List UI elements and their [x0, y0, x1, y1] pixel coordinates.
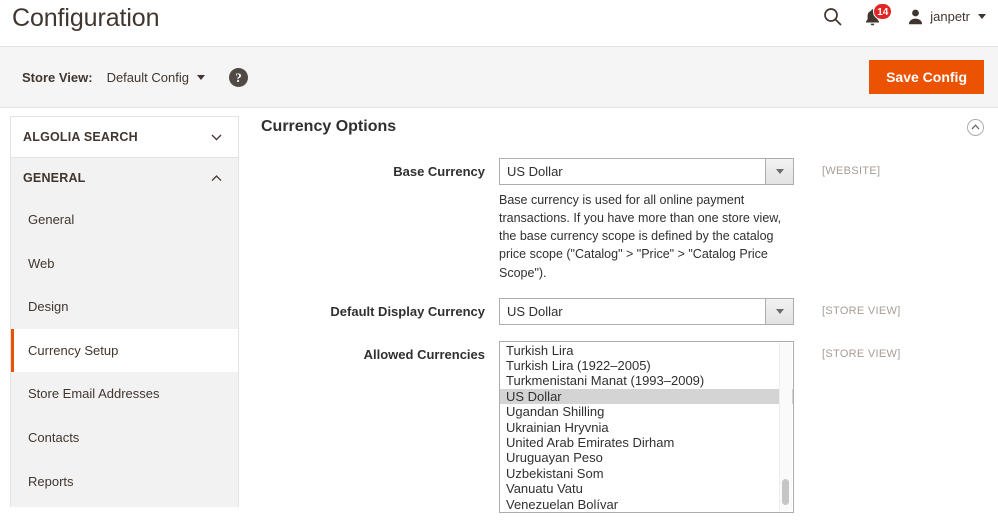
scope-label: [STORE VIEW] [822, 347, 901, 360]
config-main-content: Currency Options Base Currency US Dollar… [239, 108, 998, 521]
sidebar-section-general[interactable]: GENERAL [10, 157, 239, 198]
base-currency-help-text: Base currency is used for all online pay… [499, 193, 782, 280]
field-control: US Dollar [499, 297, 794, 325]
sidebar-item-label: Currency Setup [28, 342, 119, 358]
default-display-currency-value: US Dollar [507, 303, 563, 319]
currency-option[interactable]: Turkmenistani Manat (1993–2009) [500, 373, 793, 388]
scrollbar-track[interactable] [779, 342, 792, 511]
field-default-display-currency: Default Display Currency US Dollar [STOR… [261, 297, 984, 325]
field-label: Allowed Currencies [363, 346, 485, 362]
sidebar-section-label: GENERAL [23, 171, 86, 185]
currency-option[interactable]: Ukrainian Hryvnia [500, 420, 793, 435]
default-display-currency-select[interactable]: US Dollar [499, 297, 794, 325]
sidebar-item-label: Contacts [28, 429, 80, 445]
sidebar-item-label: Store Email Addresses [28, 386, 160, 402]
sidebar-item-currency-setup[interactable]: Currency Setup [11, 328, 238, 373]
page-body: ALGOLIA SEARCH GENERAL General Web Desig… [0, 108, 998, 521]
field-base-currency: Base Currency US Dollar Base currency is… [261, 158, 984, 282]
currency-option[interactable]: Uzbekistani Som [500, 466, 793, 481]
save-config-button[interactable]: Save Config [869, 60, 984, 94]
currency-option[interactable]: Venezuelan Bolívar [500, 497, 793, 512]
dropdown-arrow-icon[interactable] [765, 159, 793, 184]
sidebar-item-label: Web [28, 255, 55, 271]
user-avatar-icon [909, 9, 923, 24]
store-view-value: Default Config [106, 69, 189, 85]
section-title: Currency Options [261, 118, 397, 135]
admin-header: Configuration 14 janpetr [0, 0, 998, 46]
field-label: Base Currency [393, 164, 485, 179]
currency-option[interactable]: US Dollar [500, 388, 793, 405]
currency-option[interactable]: Turkish Lira [500, 343, 793, 358]
base-currency-value: US Dollar [507, 164, 563, 179]
chevron-down-icon [211, 134, 222, 141]
currency-options-header[interactable]: Currency Options [261, 118, 984, 142]
sidebar-item-contacts[interactable]: Contacts [11, 416, 238, 460]
sidebar-section-general-items: General Web Design Currency Setup Store … [10, 198, 239, 508]
sidebar-item-reports[interactable]: Reports [11, 460, 238, 504]
sidebar-item-label: General [28, 212, 75, 227]
field-label: Default Display Currency [330, 303, 485, 319]
store-view-switcher[interactable]: Default Config [107, 70, 205, 85]
base-currency-select[interactable]: US Dollar [499, 158, 794, 185]
sidebar-item-design[interactable]: Design [11, 285, 238, 329]
chevron-up-circle-icon[interactable] [967, 118, 984, 136]
currency-option[interactable]: Turkish Lira (1922–2005) [500, 358, 793, 373]
sidebar-item-label: Design [28, 299, 69, 315]
sidebar-item-label: Reports [28, 473, 74, 489]
search-icon[interactable] [823, 7, 842, 26]
chevron-down-icon [978, 14, 986, 19]
currency-option[interactable]: Vanuatu Vatu [500, 481, 793, 496]
notifications-bell[interactable]: 14 [864, 3, 893, 27]
user-name: janpetr [930, 9, 970, 24]
allowed-currencies-multiselect[interactable]: Turkish Lira Turkish Lira (1922–2005) Turk… [499, 340, 794, 513]
sidebar-section-algolia-search[interactable]: ALGOLIA SEARCH [10, 116, 239, 157]
field-control: US Dollar Base currency is used for all … [499, 158, 794, 282]
scrollbar-thumb[interactable] [782, 478, 789, 505]
user-menu[interactable]: janpetr [908, 9, 986, 25]
store-view-bar: Store View: Default Config ? Save Config [0, 46, 998, 108]
scope-label: [WEBSITE] [822, 165, 881, 177]
store-view-label: Store View: [22, 69, 93, 85]
sidebar-section-label: ALGOLIA SEARCH [23, 130, 138, 144]
chevron-up-icon [211, 174, 222, 181]
currency-option[interactable]: United Arab Emirates Dirham [500, 435, 793, 450]
scope-label: [STORE VIEW] [822, 304, 901, 317]
notification-count-badge: 14 [873, 3, 893, 20]
chevron-down-icon [196, 74, 205, 80]
field-allowed-currencies: Allowed Currencies Turkish Lira Turkish L… [261, 340, 984, 513]
sidebar-item-general[interactable]: General [11, 198, 238, 242]
field-control: Turkish Lira Turkish Lira (1922–2005) Turk… [499, 340, 794, 513]
question-mark-icon[interactable]: ? [228, 67, 248, 87]
sidebar-item-web[interactable]: Web [11, 242, 238, 286]
currency-option[interactable]: Uruguayan Peso [500, 450, 793, 465]
sidebar-item-store-email-addresses[interactable]: Store Email Addresses [11, 372, 238, 416]
header-tools: 14 janpetr [823, 3, 986, 27]
currency-option[interactable]: Ugandan Shilling [500, 404, 793, 419]
page-title: Configuration [12, 4, 160, 32]
dropdown-arrow-icon[interactable] [765, 298, 793, 324]
config-sidebar: ALGOLIA SEARCH GENERAL General Web Desig… [0, 108, 239, 521]
